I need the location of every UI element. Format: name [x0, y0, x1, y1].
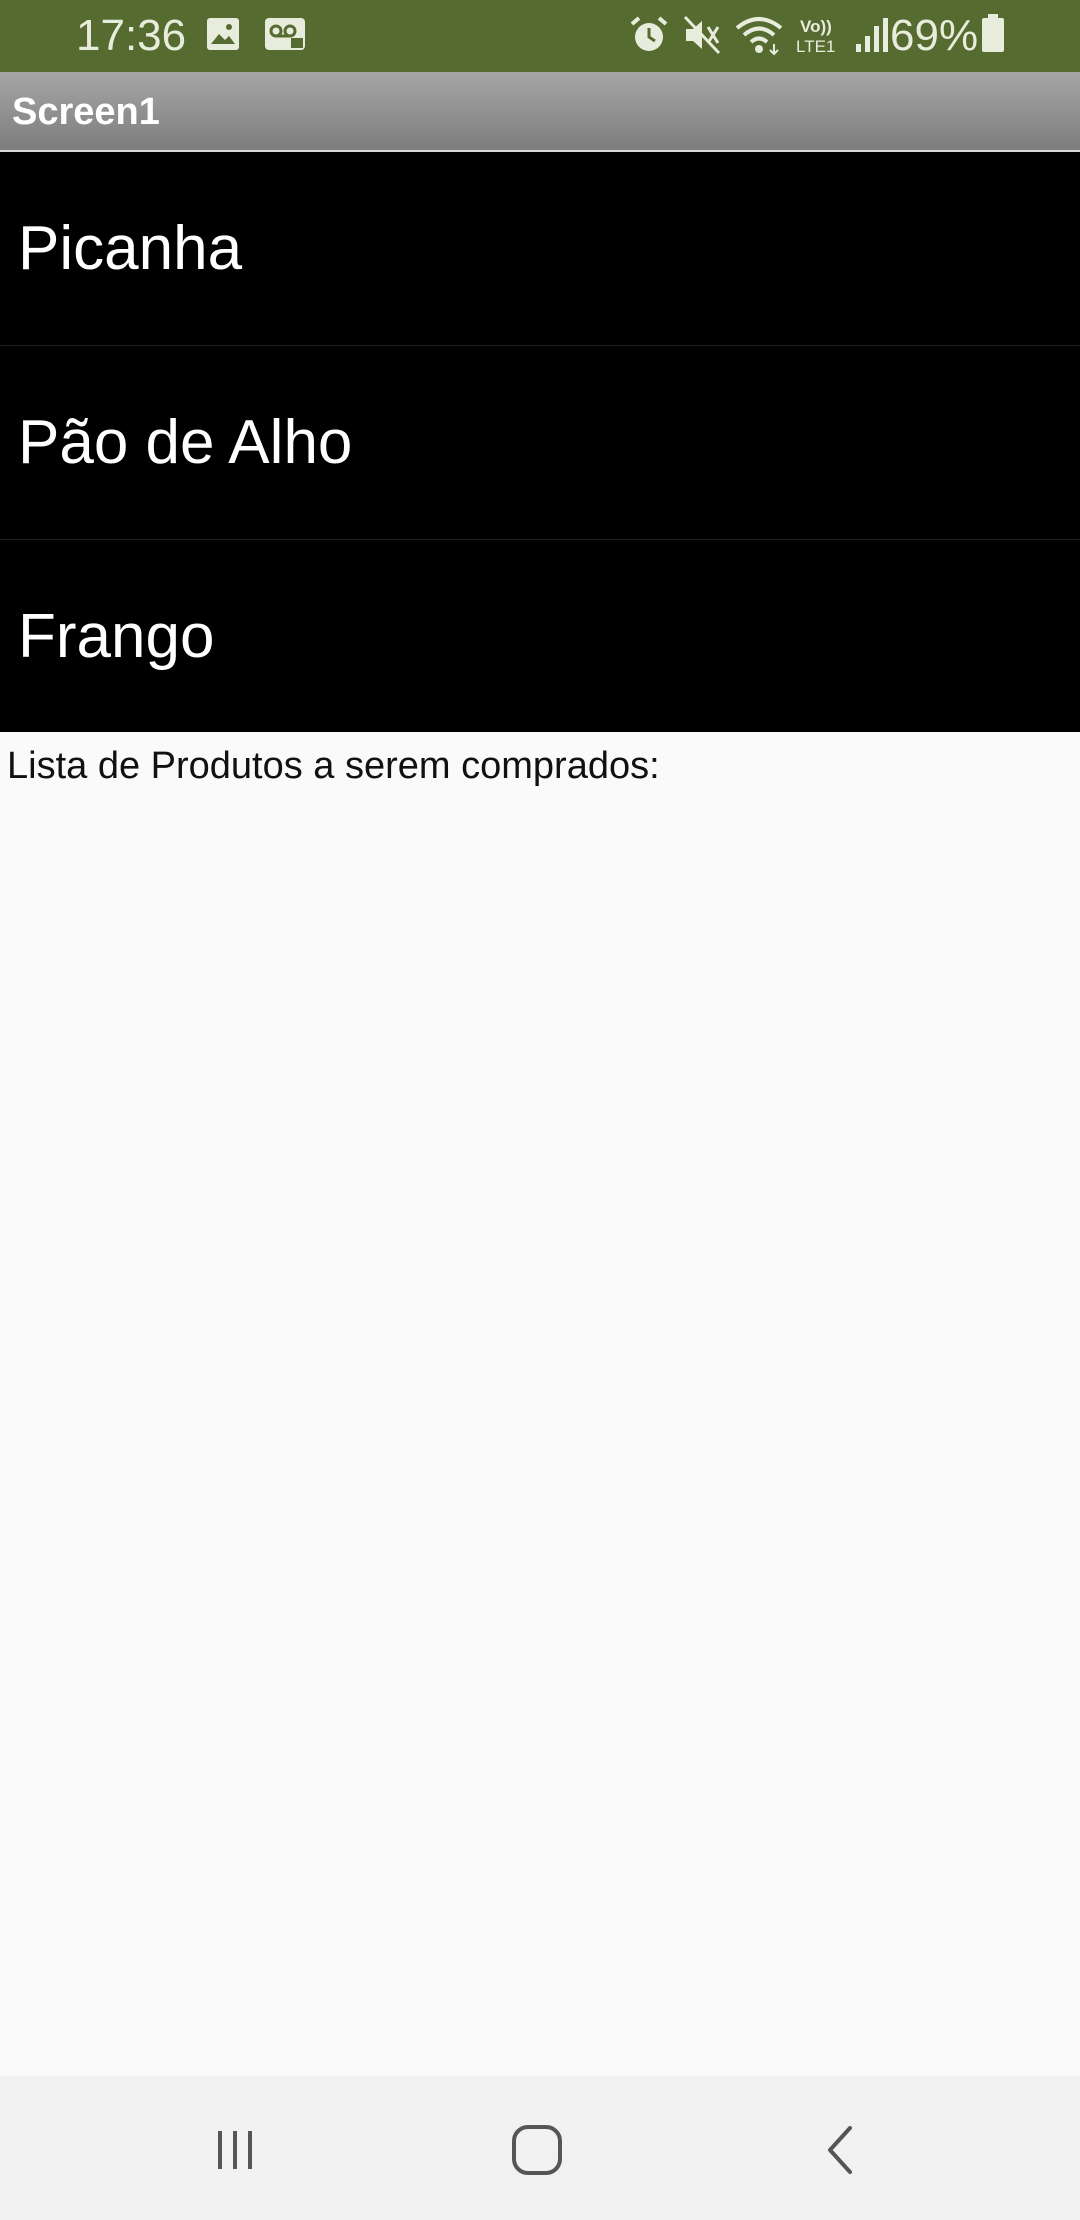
battery-icon	[980, 14, 1006, 59]
app-title: Screen1	[12, 91, 160, 133]
volte-lte-icon: Vo)) LTE1	[796, 14, 842, 61]
svg-text:Vo)): Vo))	[800, 17, 832, 36]
list-item-frango[interactable]: Frango	[0, 540, 1080, 734]
status-bar: 17:36 Vo)) LTE1 69%	[0, 0, 1080, 72]
voicemail-icon	[263, 16, 307, 57]
image-icon	[205, 16, 241, 57]
status-right-icons: Vo)) LTE1	[628, 14, 890, 61]
recents-button[interactable]	[190, 2112, 280, 2192]
battery-percent: 69%	[890, 11, 979, 60]
mute-icon	[682, 14, 722, 61]
list-item-pao-de-alho[interactable]: Pão de Alho	[0, 346, 1080, 540]
product-list: Picanha Pão de Alho Frango	[0, 152, 1080, 732]
list-item-picanha[interactable]: Picanha	[0, 152, 1080, 346]
signal-icon	[854, 14, 890, 61]
recents-icon	[210, 2125, 260, 2180]
back-button[interactable]	[795, 2112, 885, 2192]
status-time: 17:36	[76, 11, 187, 60]
svg-text:LTE1: LTE1	[796, 37, 835, 56]
products-caption: Lista de Produtos a serem comprados:	[7, 745, 660, 787]
app-bar: Screen1	[0, 72, 1080, 152]
back-icon	[820, 2122, 860, 2183]
alarm-icon	[628, 14, 670, 61]
status-left-icons	[205, 16, 307, 57]
navigation-bar	[0, 2076, 1080, 2220]
home-icon	[509, 2122, 565, 2183]
wifi-icon	[734, 14, 784, 61]
home-button[interactable]	[492, 2112, 582, 2192]
